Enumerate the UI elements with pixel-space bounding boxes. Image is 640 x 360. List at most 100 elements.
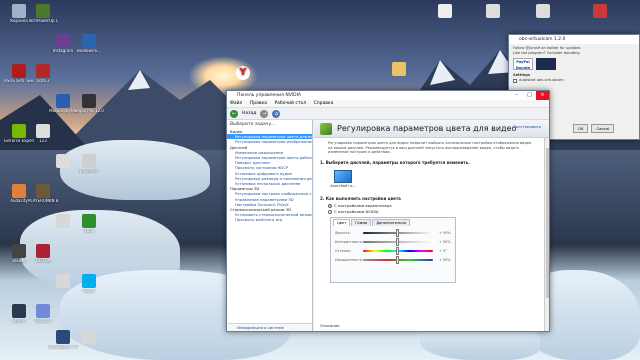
cancel-button[interactable]: Cancel bbox=[591, 124, 615, 133]
desktop-icon-label: Skype bbox=[82, 289, 96, 293]
yandex-browser-icon[interactable]: Y bbox=[228, 66, 258, 81]
tab-advanced[interactable]: Дополнительно bbox=[372, 218, 411, 226]
desktop-icon[interactable] bbox=[585, 4, 615, 19]
minimize-button[interactable]: – bbox=[510, 91, 523, 100]
slider-thumb[interactable] bbox=[396, 238, 399, 247]
slider-thumb[interactable] bbox=[396, 256, 399, 265]
app-icon bbox=[56, 214, 70, 228]
folder-icon[interactable] bbox=[384, 62, 414, 77]
paypal-button[interactable]: PayPal Donate bbox=[513, 58, 533, 70]
nvidia-control-panel-window[interactable]: Панель управления NVIDIA – □ × Файл Прав… bbox=[226, 90, 550, 332]
tab-color[interactable]: Цвет bbox=[333, 218, 351, 226]
desktop-icon[interactable]: GOTHA bbox=[28, 244, 58, 264]
slider-value: + 0° bbox=[439, 249, 447, 254]
desktop-icon[interactable] bbox=[528, 4, 558, 19]
app-icon bbox=[82, 154, 96, 168]
slider-label: Насыщенность: bbox=[335, 258, 363, 263]
app-icon bbox=[56, 34, 70, 48]
app-icon bbox=[36, 244, 50, 258]
slider-track[interactable] bbox=[363, 229, 433, 238]
desktop-icon[interactable]: Xbox bbox=[74, 214, 104, 234]
menu-file[interactable]: Файл bbox=[230, 101, 242, 106]
autostart-checkbox[interactable] bbox=[513, 78, 517, 83]
app-icon bbox=[36, 124, 50, 138]
back-arrow-icon[interactable]: ← bbox=[230, 109, 238, 118]
twitter-button[interactable] bbox=[536, 58, 556, 70]
slider-thumb[interactable] bbox=[396, 247, 399, 256]
forward-arrow-icon[interactable]: → bbox=[260, 109, 269, 118]
app-icon bbox=[82, 274, 96, 288]
slider-value: + 50% bbox=[439, 240, 451, 245]
file-icon bbox=[438, 4, 452, 18]
app-icon bbox=[12, 64, 26, 78]
monitor-icon bbox=[334, 169, 352, 183]
description-label: Описание bbox=[320, 323, 340, 328]
ok-button[interactable]: OK bbox=[573, 124, 589, 133]
radio-dot-icon bbox=[328, 203, 332, 208]
desktop-icon[interactable]: Dota 2 bbox=[28, 64, 58, 84]
display-selector[interactable]: Акитсбайт д... bbox=[328, 169, 358, 188]
app-icon bbox=[82, 94, 96, 108]
monitor-caption: Акитсбайт д... bbox=[330, 183, 356, 188]
app-icon bbox=[12, 184, 26, 198]
tree-task-link[interactable]: Просмотр рейтинга игр bbox=[227, 217, 312, 222]
app-icon bbox=[56, 94, 70, 108]
desktop-icon[interactable]: Vegas Pro 13.0 (64-bit) bbox=[74, 94, 104, 114]
app-icon bbox=[36, 4, 50, 18]
close-button[interactable]: × bbox=[536, 91, 549, 100]
app-icon bbox=[36, 184, 50, 198]
app-icon bbox=[593, 4, 607, 18]
desktop-icon[interactable] bbox=[478, 4, 508, 19]
app-icon bbox=[12, 4, 26, 18]
slider-track[interactable] bbox=[363, 238, 433, 247]
autostart-label: Autostart obs-virtualcam bbox=[519, 78, 564, 82]
desktop-icon[interactable]: Skype bbox=[74, 274, 104, 294]
restore-defaults-link[interactable]: Восстановить bbox=[513, 124, 541, 129]
desktop-icon[interactable]: Discord bbox=[28, 304, 58, 324]
slider-track[interactable] bbox=[363, 247, 433, 256]
desktop-icon-label: Dota 2 bbox=[36, 79, 50, 83]
vertical-scrollbar[interactable] bbox=[544, 138, 549, 331]
slider-thumb[interactable] bbox=[396, 229, 399, 238]
maximize-button[interactable]: □ bbox=[523, 91, 536, 100]
slider-row: Оттенок: + 0° bbox=[331, 247, 455, 256]
menu-desktop[interactable]: Рабочий стол bbox=[274, 101, 306, 106]
slider-row: Насыщенность: + 50% bbox=[331, 256, 455, 265]
tree-task-link[interactable]: Регулировка настроек изображения с просм… bbox=[227, 191, 312, 196]
app-icon bbox=[82, 34, 96, 48]
desktop-icon-label: Vegas Pro 13.0 (64-bit) bbox=[74, 109, 104, 113]
content-pane: Регулировка параметров цвета для видео В… bbox=[314, 120, 549, 331]
desktop-icon-label: PLAYERUNKN BATTLEGR... bbox=[28, 199, 58, 203]
menu-help[interactable]: Справка bbox=[314, 101, 334, 106]
slider-row: Контрастность: + 50% bbox=[331, 238, 455, 247]
toolbar: ← Назад → ⌂ bbox=[227, 108, 549, 120]
app-icon bbox=[82, 330, 96, 344]
tree-task-link[interactable]: Регулировка параметров изображения для в… bbox=[227, 139, 312, 144]
slider-track[interactable] bbox=[363, 256, 433, 265]
desktop-icon[interactable]: PLAYERUNKN BATTLEGR... bbox=[28, 184, 58, 204]
desktop-icon[interactable]: windows-k... bbox=[74, 34, 104, 54]
radio-nvidia-settings[interactable]: С настройками NVIDIA bbox=[314, 209, 549, 215]
page-description: Регулировка параметров цвета для видео п… bbox=[328, 141, 532, 155]
slider-list: Яркость: + 50% Контрастность: + 50% Оттенок:… bbox=[331, 226, 455, 265]
system-info-link[interactable]: Информация о системе bbox=[227, 323, 312, 331]
file-icon bbox=[536, 4, 550, 18]
desktop-icon[interactable]: pacMan4 bbox=[74, 154, 104, 174]
menu-edit[interactable]: Правка bbox=[250, 101, 267, 106]
back-label[interactable]: Назад bbox=[242, 111, 256, 116]
scrollbar-thumb[interactable] bbox=[546, 148, 549, 298]
desktop-icon[interactable]: TechPowerUp GPU-Z bbox=[28, 4, 58, 24]
app-icon bbox=[12, 304, 26, 318]
app-icon bbox=[36, 304, 50, 318]
desktop-icon[interactable]: 123 bbox=[28, 124, 58, 144]
tab-gamma[interactable]: Гамма bbox=[351, 218, 372, 226]
desktop-icon-label: TechPowerUp GPU-Z bbox=[28, 19, 58, 23]
slider-value: + 50% bbox=[439, 258, 451, 263]
app-icon bbox=[56, 274, 70, 288]
home-icon[interactable]: ⌂ bbox=[272, 109, 281, 118]
desktop-icon-label: 123 bbox=[39, 139, 47, 143]
desktop-icon[interactable] bbox=[74, 330, 104, 345]
menu-bar: Файл Правка Рабочий стол Справка bbox=[227, 100, 549, 108]
desktop-icon-label: pacMan4 bbox=[79, 169, 99, 173]
desktop-icon[interactable] bbox=[430, 4, 460, 19]
